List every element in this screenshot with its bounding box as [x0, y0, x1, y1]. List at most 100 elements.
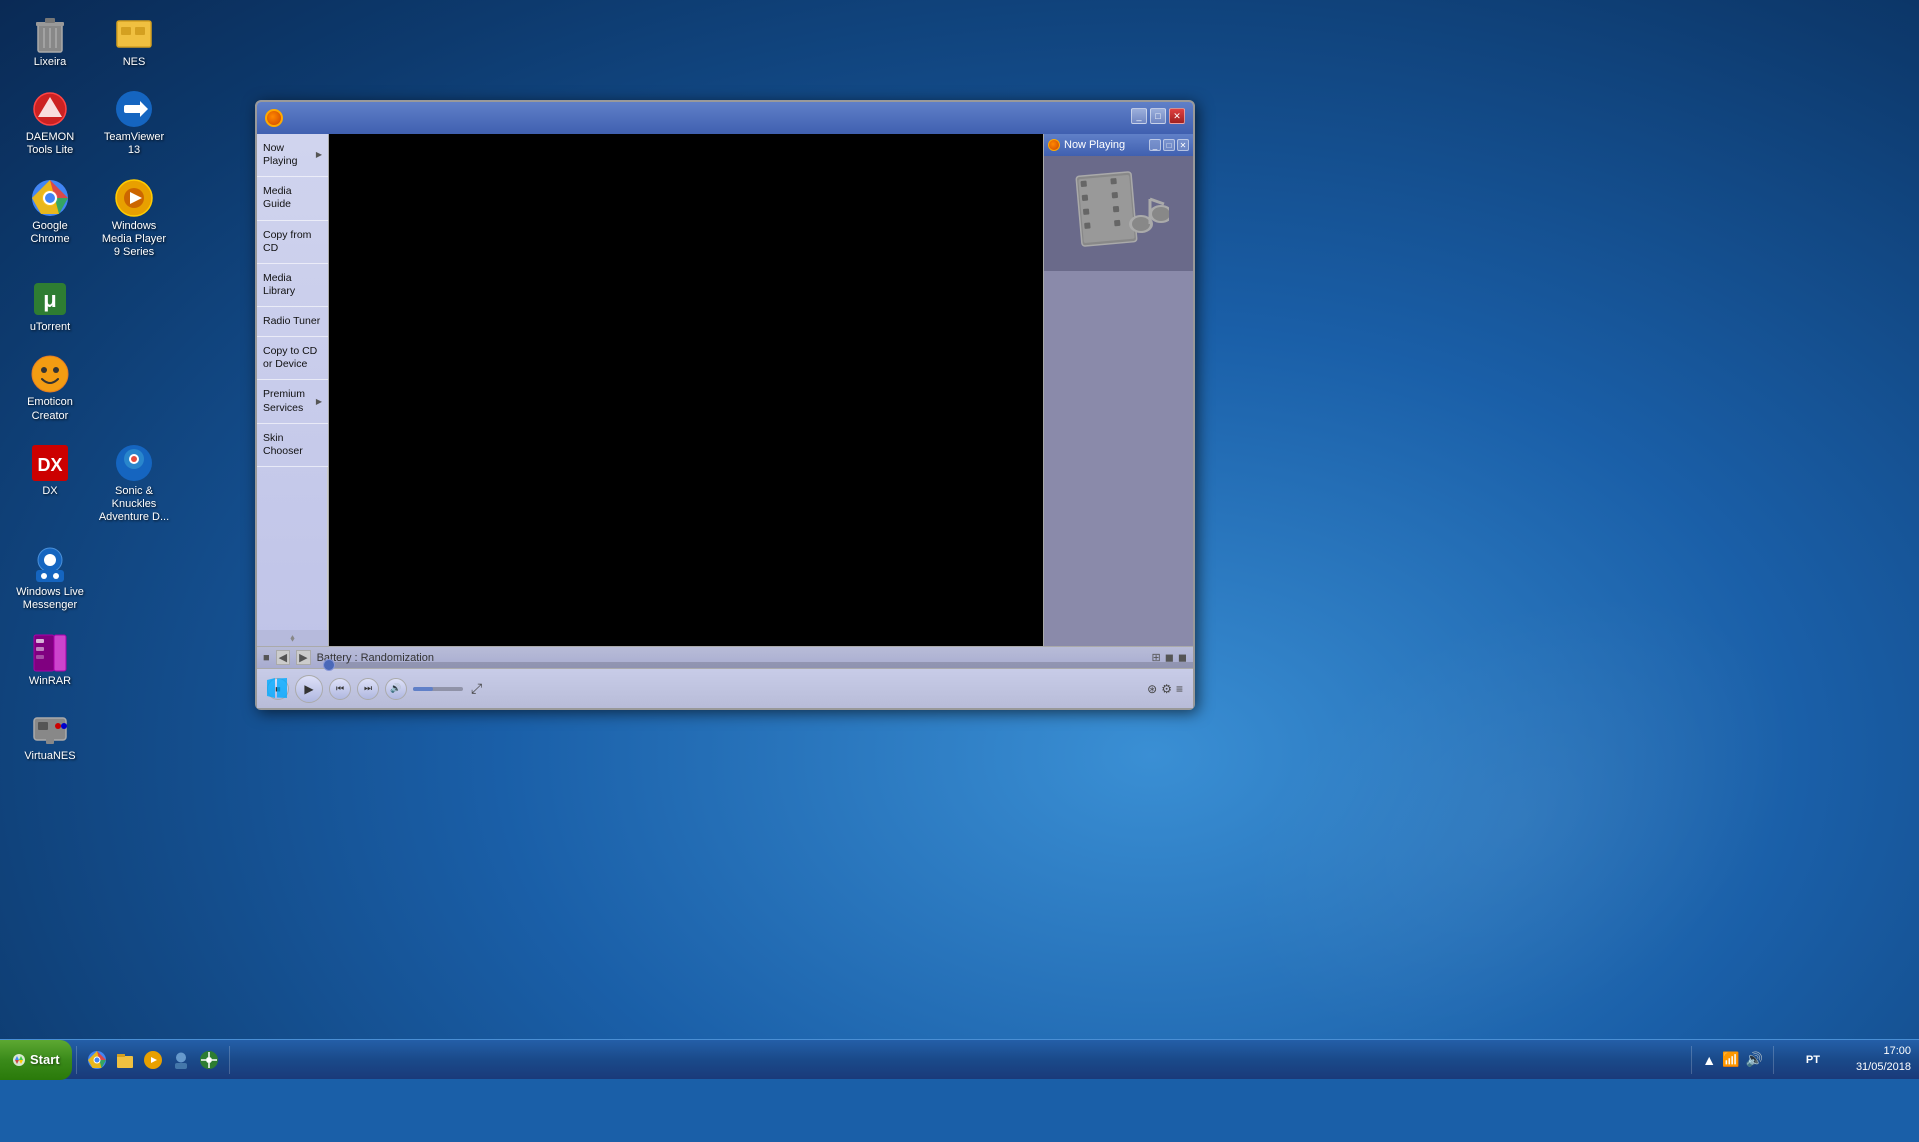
wmp-right-panel: Now Playing _ □ ✕: [1043, 134, 1193, 646]
utorrent-icon: μ: [30, 279, 70, 319]
desktop-icon-teamviewer[interactable]: TeamViewer 13: [94, 85, 174, 161]
volume-track[interactable]: [413, 687, 463, 691]
ql-chrome[interactable]: [85, 1048, 109, 1072]
ql-explorer[interactable]: [113, 1048, 137, 1072]
ql-wmp-taskbar[interactable]: [141, 1048, 165, 1072]
ctrl-settings-btn[interactable]: ⚙: [1161, 682, 1172, 696]
sonic-icon: [114, 443, 154, 483]
ctrl-next-btn[interactable]: ⏭: [357, 678, 379, 700]
ctrl-prev-btn[interactable]: ⏮: [329, 678, 351, 700]
ctrl-shuffle-btn[interactable]: ⤢: [469, 678, 484, 699]
start-button[interactable]: Start: [0, 1040, 72, 1080]
desktop-icon-virtuanes[interactable]: VirtuaNES: [10, 704, 90, 767]
nav-radio-tuner[interactable]: Radio Tuner: [257, 307, 328, 337]
wmp-nav-menu: Now Playing ▶ Media Guide Copy from CD M…: [257, 134, 329, 646]
status-icon-1: ■: [263, 652, 270, 664]
desktop-icon-lixeira[interactable]: Lixeira: [10, 10, 90, 73]
status-icon-3: ▶: [296, 650, 310, 665]
wmp-minimize-btn[interactable]: _: [1131, 108, 1147, 124]
now-playing-header: Now Playing _ □ ✕: [1044, 134, 1193, 156]
volume-control[interactable]: [413, 687, 463, 691]
lixeira-icon: [30, 14, 70, 54]
desktop: Lixeira NES: [0, 0, 1919, 1079]
daemon-label: DAEMON Tools Lite: [14, 131, 86, 157]
utorrent-label: uTorrent: [30, 321, 70, 334]
emoticon-icon: [30, 354, 70, 394]
progress-handle[interactable]: [323, 659, 335, 671]
nav-now-playing[interactable]: Now Playing ▶: [257, 134, 328, 177]
virtuanes-icon: [30, 708, 70, 748]
winrar-label: WinRAR: [29, 675, 71, 688]
ql-wmp-icon: [143, 1050, 163, 1070]
ql-greenshot-icon: [199, 1050, 219, 1070]
desktop-icon-dx[interactable]: DX DX: [10, 439, 90, 529]
ctrl-eq-btn[interactable]: ⊛: [1147, 682, 1157, 696]
desktop-icon-chrome[interactable]: Google Chrome: [10, 174, 90, 264]
system-tray: ▲ 📶 🔊: [1696, 1051, 1769, 1068]
np-icon: [1048, 139, 1060, 151]
wmp-label: Windows Media Player 9 Series: [98, 220, 170, 260]
nes-icon: [114, 14, 154, 54]
ctrl-more-btn[interactable]: ≡: [1176, 682, 1183, 696]
taskbar-divider-3: [1691, 1046, 1692, 1074]
taskbar-running-items: [234, 1040, 1688, 1079]
now-playing-label: Now Playing: [1064, 139, 1125, 151]
wmp-logo: [265, 109, 283, 127]
chrome-label: Google Chrome: [14, 220, 86, 246]
nav-media-guide[interactable]: Media Guide: [257, 177, 328, 220]
ql-chrome-icon: [87, 1050, 107, 1070]
virtuanes-label: VirtuaNES: [24, 750, 75, 763]
desktop-icon-sonic[interactable]: Sonic & Knuckles Adventure D...: [94, 439, 174, 529]
wmp-maximize-btn[interactable]: □: [1150, 108, 1166, 124]
wmp-close-btn[interactable]: ✕: [1169, 108, 1185, 124]
clock-date: 31/05/2018: [1856, 1060, 1911, 1075]
nav-premium-services[interactable]: Premium Services ▶: [257, 380, 328, 423]
desktop-icon-wmp[interactable]: Windows Media Player 9 Series: [94, 174, 174, 264]
wmp-controls-bar: ■ ▶ ⏮ ⏭ 🔊 ⤢ ⊛ ⚙ ≡: [257, 668, 1193, 708]
ctrl-right-icons: ⊛ ⚙ ≡: [1147, 682, 1183, 696]
lixeira-label: Lixeira: [34, 56, 66, 69]
desktop-icon-utorrent[interactable]: μ uTorrent: [10, 275, 90, 338]
taskbar-clock-area: PT: [1778, 1054, 1848, 1066]
ql-explorer-icon: [115, 1050, 135, 1070]
np-restore-btn[interactable]: □: [1163, 139, 1175, 151]
ql-greenshot[interactable]: [197, 1048, 221, 1072]
progress-bar-container[interactable]: [329, 662, 1193, 668]
nav-media-library[interactable]: Media Library: [257, 264, 328, 307]
ctrl-mute-btn[interactable]: 🔊: [385, 678, 407, 700]
wmp-icon: [114, 178, 154, 218]
wlm-icon: [30, 544, 70, 584]
desktop-icon-wlm[interactable]: Windows Live Messenger: [10, 540, 90, 616]
ctrl-play-btn[interactable]: ▶: [295, 675, 323, 703]
taskbar-divider-2: [229, 1046, 230, 1074]
desktop-icon-winrar[interactable]: WinRAR: [10, 629, 90, 692]
taskbar: Start: [0, 1039, 1919, 1079]
wmp-window: _ □ ✕ Now Playing ▶ Media Guide Copy fro…: [255, 100, 1195, 710]
desktop-icon-emoticon[interactable]: Emoticon Creator: [10, 350, 90, 426]
np-minimize-btn[interactable]: _: [1149, 139, 1161, 151]
nav-copy-from-cd[interactable]: Copy from CD: [257, 221, 328, 264]
clock-time: 17:00: [1856, 1044, 1911, 1059]
taskbar-clock[interactable]: 17:00 31/05/2018: [1848, 1044, 1919, 1075]
ql-identity-icon: [171, 1050, 191, 1070]
svg-text:DX: DX: [37, 455, 62, 475]
nav-copy-to-cd[interactable]: Copy to CD or Device: [257, 337, 328, 380]
systray-arrow-up[interactable]: ▲: [1702, 1052, 1716, 1068]
premium-arrow: ▶: [316, 397, 322, 407]
wlm-label: Windows Live Messenger: [14, 586, 86, 612]
desktop-icon-daemon[interactable]: DAEMON Tools Lite: [10, 85, 90, 161]
systray-network[interactable]: 📶: [1722, 1051, 1739, 1068]
desktop-icon-nes[interactable]: NES: [94, 10, 174, 73]
svg-text:μ: μ: [43, 287, 56, 312]
np-close-btn[interactable]: ✕: [1177, 139, 1189, 151]
emoticon-label: Emoticon Creator: [14, 396, 86, 422]
wmp-windows-logo: [265, 676, 289, 700]
chrome-icon: [30, 178, 70, 218]
wmp-video-area: [329, 134, 1043, 646]
wmp-body: Now Playing ▶ Media Guide Copy from CD M…: [257, 134, 1193, 646]
quick-launch: [81, 1048, 225, 1072]
systray-volume[interactable]: 🔊: [1746, 1051, 1763, 1068]
dx-icon: DX: [30, 443, 70, 483]
ql-identity[interactable]: [169, 1048, 193, 1072]
nav-skin-chooser[interactable]: Skin Chooser: [257, 424, 328, 467]
